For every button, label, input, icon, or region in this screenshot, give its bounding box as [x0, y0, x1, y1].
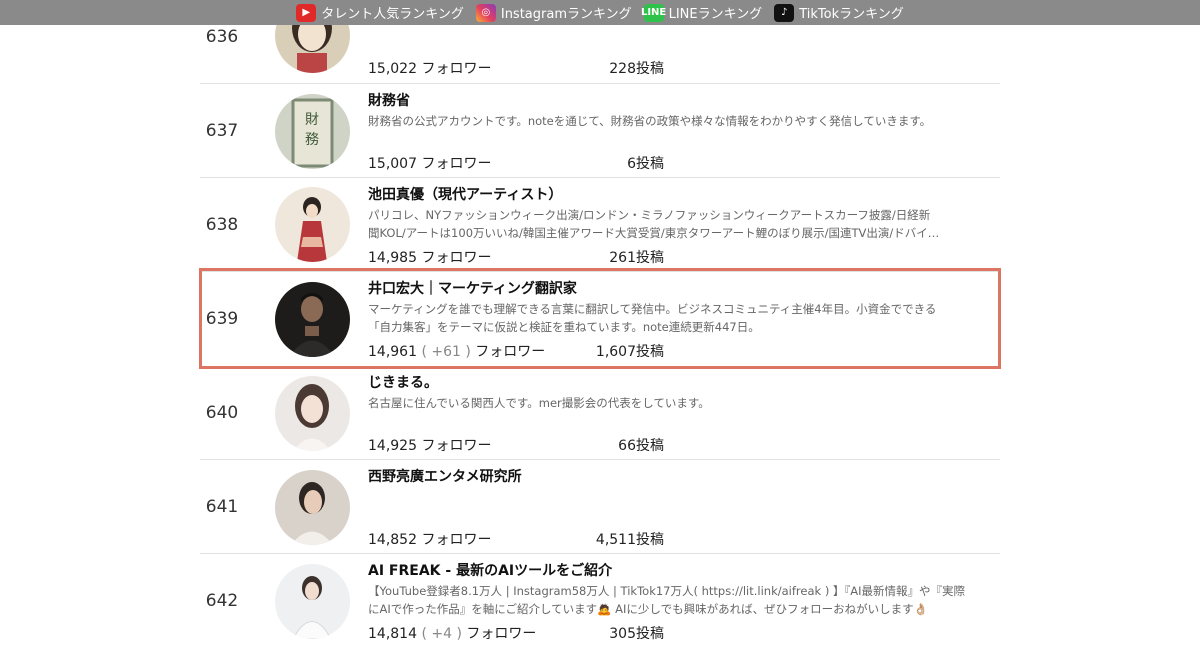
follower-number: 14,961: [368, 344, 417, 360]
avatar[interactable]: [275, 282, 350, 357]
post-count: 261投稿: [609, 250, 664, 266]
follower-delta: ( +4 ): [421, 626, 462, 642]
follower-label: フォロワー: [421, 438, 492, 454]
svg-text:務: 務: [305, 132, 319, 148]
profile-name[interactable]: じきまる。: [368, 372, 438, 392]
ranking-row[interactable]: 638 池田真優（現代アーティスト） パリコレ、NYファッションウィーク出演/ロ…: [200, 178, 1000, 272]
youtube-icon: ▶: [296, 3, 317, 22]
rank-number: 637: [205, 121, 239, 141]
avatar[interactable]: 財務: [275, 94, 350, 169]
follower-count: 15,022 フォロワー: [368, 58, 491, 78]
follower-count: 14,985 フォロワー: [368, 247, 491, 267]
post-count: 305投稿: [609, 626, 664, 642]
avatar[interactable]: [275, 470, 350, 545]
ranking-row[interactable]: 639 井口宏大｜マーケティング翻訳家 マーケティングを誰でも理解できる言葉に翻…: [200, 272, 1000, 366]
rank-number: 641: [205, 497, 239, 517]
tiktok-icon: ♪: [774, 3, 795, 22]
follower-count: 15,007 フォロワー: [368, 153, 491, 173]
svg-text:財: 財: [305, 112, 319, 128]
follower-count: 14,814 ( +4 ) フォロワー: [368, 623, 536, 643]
line-icon: LINE: [641, 3, 666, 22]
nav-tiktok-ranking[interactable]: ♪ TikTokランキング: [774, 3, 904, 22]
follower-count: 14,961 ( +61 ) フォロワー: [368, 341, 545, 361]
ranking-row[interactable]: 642 AI FREAK - 最新のAIツールをご紹介 【YouTube登録者8…: [200, 554, 1000, 648]
follower-label: フォロワー: [466, 626, 537, 642]
follower-label: フォロワー: [421, 61, 492, 77]
post-count: 66投稿: [618, 438, 664, 454]
post-count: 6投稿: [627, 156, 664, 172]
profile-description-line2: にAIで作った作品』を軸にご紹介しています🙇 AIに少しでも興味があれば、ぜひフ…: [368, 602, 928, 616]
avatar[interactable]: [275, 376, 350, 451]
rank-number: 640: [205, 403, 239, 423]
nav-talent-ranking[interactable]: ▶ タレント人気ランキング: [296, 3, 464, 22]
profile-description: 財務省の公式アカウントです。noteを通じて、財務省の政策や様々な情報をわかりや…: [368, 114, 932, 128]
profile-description-line1: マーケティングを誰でも理解できる言葉に翻訳して発信中。ビジネスコミュニティ主催4…: [368, 302, 937, 316]
profile-name[interactable]: 井口宏大｜マーケティング翻訳家: [368, 278, 577, 298]
avatar[interactable]: [275, 564, 350, 639]
follower-delta: ( +61 ): [421, 344, 471, 360]
ranking-row[interactable]: 637 財務 財務省 財務省の公式アカウントです。noteを通じて、財務省の政策…: [200, 84, 1000, 178]
post-count: 4,511投稿: [595, 532, 664, 548]
profile-name[interactable]: 西野亮廣エンタメ研究所: [368, 466, 522, 486]
ranking-row[interactable]: 641 西野亮廣エンタメ研究所 14,852 フォロワー 4,511投稿: [200, 460, 1000, 554]
rank-number: 642: [205, 591, 239, 611]
post-count: 228投稿: [609, 61, 664, 77]
nav-label: TikTokランキング: [799, 7, 904, 22]
follower-number: 14,852: [368, 532, 417, 548]
profile-description-line1: 【YouTube登録者8.1万人 | Instagram58万人 | TikTo…: [368, 584, 965, 598]
profile-description-line2: 「自力集客」をテーマに仮説と検証を重ねています。note連続更新447日。: [368, 320, 760, 334]
follower-number: 14,814: [368, 626, 417, 642]
post-count: 1,607投稿: [595, 344, 664, 360]
avatar[interactable]: [275, 187, 350, 262]
follower-number: 14,985: [368, 250, 417, 266]
follower-count: 14,852 フォロワー: [368, 529, 491, 549]
follower-number: 14,925: [368, 438, 417, 454]
follower-label: フォロワー: [421, 156, 492, 172]
profile-description-line1: パリコレ、NYファッションウィーク出演/ロンドン・ミラノファッションウィークアー…: [368, 208, 931, 222]
nav-label: Instagramランキング: [500, 7, 632, 22]
follower-label: フォロワー: [421, 532, 492, 548]
follower-number: 15,022: [368, 61, 417, 77]
follower-count: 14,925 フォロワー: [368, 435, 491, 455]
nav-line-ranking[interactable]: LINE LINEランキング: [641, 3, 763, 22]
rank-number: 639: [205, 309, 239, 329]
follower-label: フォロワー: [421, 250, 492, 266]
profile-name[interactable]: 池田真優（現代アーティスト）: [368, 184, 562, 204]
profile-name[interactable]: AI FREAK - 最新のAIツールをご紹介: [368, 560, 612, 580]
profile-description-line2: 聞KOL/アートは100万いいね/韓国主催アワード大賞受賞/東京タワーアート鯉の…: [368, 226, 940, 240]
nav-label: LINEランキング: [668, 7, 763, 22]
follower-number: 15,007: [368, 156, 417, 172]
nav-instagram-ranking[interactable]: ◎ Instagramランキング: [475, 3, 632, 22]
top-navigation-bar: ▶ タレント人気ランキング ◎ Instagramランキング LINE LINE…: [0, 0, 1200, 25]
rank-number: 638: [205, 215, 239, 235]
profile-name[interactable]: 財務省: [368, 90, 410, 110]
profile-description: 名古屋に住んでいる関西人です。mer撮影会の代表をしています。: [368, 396, 710, 410]
follower-label: フォロワー: [475, 344, 546, 360]
nav-label: タレント人気ランキング: [321, 7, 464, 22]
instagram-icon: ◎: [475, 3, 496, 22]
ranking-row[interactable]: 640 じきまる。 名古屋に住んでいる関西人です。mer撮影会の代表をしています…: [200, 366, 1000, 460]
